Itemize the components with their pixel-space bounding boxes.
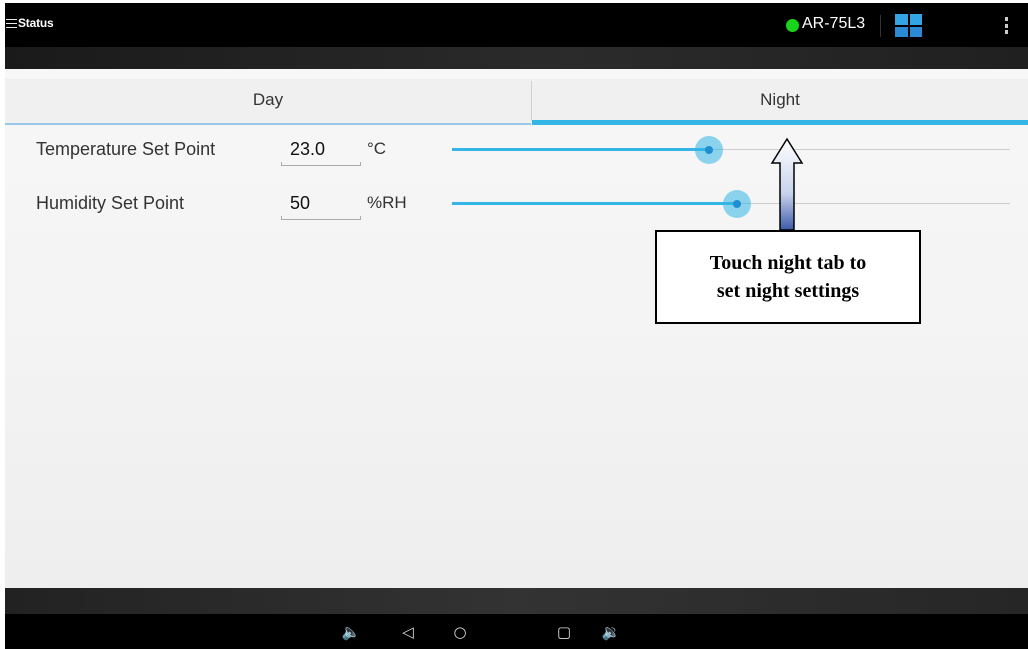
temperature-row: Temperature Set Point 23.0 °C: [5, 129, 1028, 169]
divider: [880, 15, 881, 37]
callout-arrow-icon: [770, 137, 804, 231]
device-name[interactable]: AR-75L3: [802, 15, 865, 33]
tab-night[interactable]: Night: [532, 79, 1028, 125]
page-title[interactable]: Status: [18, 16, 54, 30]
slider-fill: [452, 202, 737, 205]
tab-bar: Day Night: [5, 79, 1028, 125]
temperature-field[interactable]: 23.0: [281, 129, 361, 169]
humidity-field[interactable]: 50: [281, 183, 361, 223]
callout-box: Touch night tab to set night settings: [655, 230, 921, 324]
connection-status-icon: [786, 19, 799, 32]
temperature-label: Temperature Set Point: [36, 139, 216, 159]
humidity-unit: %RH: [367, 193, 407, 212]
field-underline: [281, 216, 361, 220]
volume-up-icon[interactable]: 🔉: [601, 622, 621, 642]
recents-icon[interactable]: ▢: [554, 622, 574, 642]
volume-down-icon[interactable]: 🔈: [341, 622, 361, 642]
field-underline: [281, 162, 361, 166]
dashboard-grid-icon[interactable]: [895, 14, 922, 37]
navigation-bar: 🔈 ◁ ○ ▢ 🔉: [5, 614, 1028, 649]
slider-fill: [452, 148, 709, 151]
humidity-value[interactable]: 50: [290, 183, 310, 223]
humidity-slider[interactable]: [452, 183, 1010, 223]
temperature-unit: °C: [367, 139, 387, 158]
home-icon[interactable]: ○: [450, 622, 470, 642]
overflow-menu-icon[interactable]: [1005, 17, 1009, 34]
temperature-slider[interactable]: [452, 129, 1010, 169]
action-bar: Status AR-75L3: [5, 3, 1028, 47]
callout-text: Touch night tab to set night settings: [709, 252, 867, 302]
humidity-label: Humidity Set Point: [36, 193, 185, 213]
temperature-value[interactable]: 23.0: [290, 129, 325, 169]
bottom-shadow: [5, 588, 1028, 614]
toolbar-shadow: [5, 47, 1028, 69]
tab-day[interactable]: Day: [5, 79, 531, 125]
slider-thumb[interactable]: [723, 190, 751, 218]
slider-thumb[interactable]: [695, 136, 723, 164]
back-icon[interactable]: ◁: [398, 622, 418, 642]
menu-icon[interactable]: [6, 19, 17, 28]
app-window: Status AR-75L3 Day Night Temperature Set…: [5, 3, 1028, 649]
humidity-row: Humidity Set Point 50 %RH: [5, 183, 1028, 223]
